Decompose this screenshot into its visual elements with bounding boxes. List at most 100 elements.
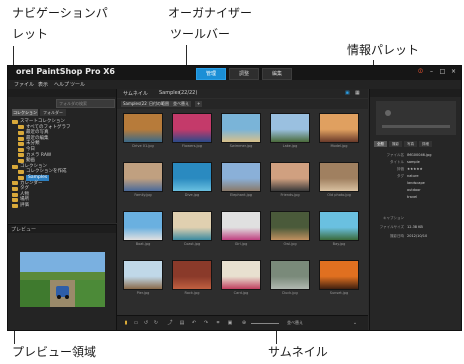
thumbnail-item[interactable]: Rock.jpg: [172, 260, 212, 296]
view-mode-icon[interactable]: ▣: [345, 90, 350, 96]
menu-view[interactable]: 表示: [38, 81, 48, 88]
folder-search-input[interactable]: フォルダの検索: [56, 99, 115, 108]
info-tab-details[interactable]: 詳細: [419, 141, 432, 147]
info-field-value[interactable]: travel: [407, 195, 417, 199]
thumbnail-item[interactable]: Card.jpg: [221, 260, 261, 296]
info-row: キャプション: [374, 216, 458, 221]
info-row: タグ nature: [374, 174, 458, 179]
thumbnail-image[interactable]: [123, 162, 163, 192]
share-icon[interactable]: ⤴: [167, 320, 173, 326]
breadcrumb-label[interactable]: サムネイル: [123, 90, 148, 97]
info-field-value[interactable]: landscape: [407, 181, 425, 185]
date-range-button[interactable]: 日付の範囲: [147, 101, 171, 107]
zoom-icon[interactable]: ⊕: [241, 320, 247, 326]
thumbnail-item[interactable]: Flowers.jpg: [172, 113, 212, 149]
thumbnail-item[interactable]: Friends.jpg: [270, 162, 310, 198]
thumbnail-caption: Boat.jpg: [135, 242, 151, 246]
thumbnail-caption: Girl.jpg: [234, 242, 248, 246]
thumbnail-item[interactable]: Sunset.jpg: [319, 260, 359, 296]
sort-label[interactable]: 並べ替え: [287, 320, 303, 326]
thumbnail-image[interactable]: [172, 162, 212, 192]
thumbnail-image[interactable]: [123, 260, 163, 290]
organizer-toolbar: サムネイル Samples (22/22) ▣ ▦: [117, 89, 368, 98]
thumbnail-image[interactable]: [319, 211, 359, 241]
thumbnail-item[interactable]: Bay.jpg: [319, 211, 359, 247]
info-field-value[interactable]: IMG00046.jpg: [407, 153, 431, 157]
thumbnail-image[interactable]: [270, 211, 310, 241]
zoom-slider[interactable]: [251, 323, 279, 324]
crop-icon[interactable]: ⌗: [215, 320, 221, 326]
tag-icon[interactable]: ▭: [133, 320, 139, 326]
tab-folders[interactable]: フォルダー: [40, 109, 66, 116]
add-filter-button[interactable]: +: [195, 101, 203, 107]
navigation-palette-header: [8, 89, 116, 97]
organizer-bottom-toolbar: ▮ ▭ ↺ ↻ ⤴ ▤ ↶ ↷ ⌗ ▣ ⊕ 並べ替え ⌄: [117, 315, 368, 330]
info-field-value[interactable]: 12.38 KB: [407, 225, 423, 229]
thumbnail-item[interactable]: Duck.jpg: [270, 260, 310, 296]
thumbnail-image[interactable]: [221, 211, 261, 241]
tab-manage[interactable]: 管理: [196, 68, 226, 80]
current-folder-label[interactable]: Samples: [159, 90, 180, 96]
thumbnail-image[interactable]: [123, 211, 163, 241]
thumbnail-item[interactable]: Drive 01.jpg: [123, 113, 163, 149]
thumbnail-image[interactable]: [319, 113, 359, 143]
info-field-value[interactable]: ★★★★★: [407, 167, 423, 171]
thumbnail-image[interactable]: [172, 260, 212, 290]
thumbnail-item[interactable]: Elephant.jpg: [221, 162, 261, 198]
tab-edit[interactable]: 編集: [262, 68, 292, 80]
info-tab-photo[interactable]: 写真: [404, 141, 417, 147]
collection-filter-button[interactable]: Samples(22): [121, 101, 151, 107]
thumbnail-item[interactable]: Old photo.jpg: [319, 162, 359, 198]
info-field-value[interactable]: sample: [407, 160, 420, 164]
tab-adjust[interactable]: 調整: [229, 68, 259, 80]
collapse-icon[interactable]: ⌄: [352, 320, 358, 326]
menu-file[interactable]: ファイル: [14, 81, 34, 88]
thumbnail-item[interactable]: Boat.jpg: [123, 211, 163, 247]
thumbnail-item[interactable]: Dive.jpg: [172, 162, 212, 198]
thumbnail-image[interactable]: [319, 162, 359, 192]
thumbnail-item[interactable]: Family.jpg: [123, 162, 163, 198]
thumbnail-item[interactable]: Girl.jpg: [221, 211, 261, 247]
thumbnail-image[interactable]: [172, 211, 212, 241]
sort-button[interactable]: 並べ替え: [171, 101, 191, 107]
help-icon[interactable]: ⏼: [417, 68, 424, 75]
info-field-value[interactable]: 2012/10/10: [407, 234, 427, 238]
select-all-icon[interactable]: ▮: [123, 320, 129, 326]
tree-node[interactable]: 評価: [12, 203, 112, 209]
close-icon[interactable]: ×: [450, 68, 457, 75]
tab-collections[interactable]: コレクション: [12, 109, 38, 116]
rotate-left-icon[interactable]: ↺: [143, 320, 149, 326]
info-tab-general[interactable]: 全般: [374, 141, 387, 147]
info-tab-capture[interactable]: 撮影: [389, 141, 402, 147]
grid-view-icon[interactable]: ▦: [355, 90, 360, 96]
thumbnail-item[interactable]: Owl.jpg: [270, 211, 310, 247]
thumbnail-item[interactable]: Pier.jpg: [123, 260, 163, 296]
undo-icon[interactable]: ↶: [191, 320, 197, 326]
thumbnail-item[interactable]: Swimmer.jpg: [221, 113, 261, 149]
rotate-right-icon[interactable]: ↻: [153, 320, 159, 326]
folder-icon: [12, 192, 18, 197]
thumbnail-image[interactable]: [319, 260, 359, 290]
thumbnail-image[interactable]: [221, 260, 261, 290]
thumbnail-image[interactable]: [172, 113, 212, 143]
info-field-value[interactable]: outdoor: [407, 188, 421, 192]
print-icon[interactable]: ▤: [179, 320, 185, 326]
thumbnail-item[interactable]: Model.jpg: [319, 113, 359, 149]
image-icon[interactable]: ▣: [227, 320, 233, 326]
thumbnail-item[interactable]: Lake.jpg: [270, 113, 310, 149]
info-row: 撮影日時 2012/10/10: [374, 234, 458, 239]
thumbnail-image[interactable]: [270, 162, 310, 192]
thumbnail-image[interactable]: [270, 260, 310, 290]
minimize-icon[interactable]: –: [428, 68, 435, 75]
thumbnail-image[interactable]: [221, 113, 261, 143]
thumbnail-image[interactable]: [270, 113, 310, 143]
thumbnail-item[interactable]: Coast.jpg: [172, 211, 212, 247]
info-row: landscape: [374, 181, 458, 186]
menu-tools[interactable]: ツール: [70, 81, 85, 88]
info-field-value[interactable]: nature: [407, 174, 418, 178]
thumbnail-image[interactable]: [123, 113, 163, 143]
menu-help[interactable]: ヘルプ: [54, 81, 69, 88]
thumbnail-image[interactable]: [221, 162, 261, 192]
redo-icon[interactable]: ↷: [203, 320, 209, 326]
maximize-icon[interactable]: □: [439, 68, 446, 75]
